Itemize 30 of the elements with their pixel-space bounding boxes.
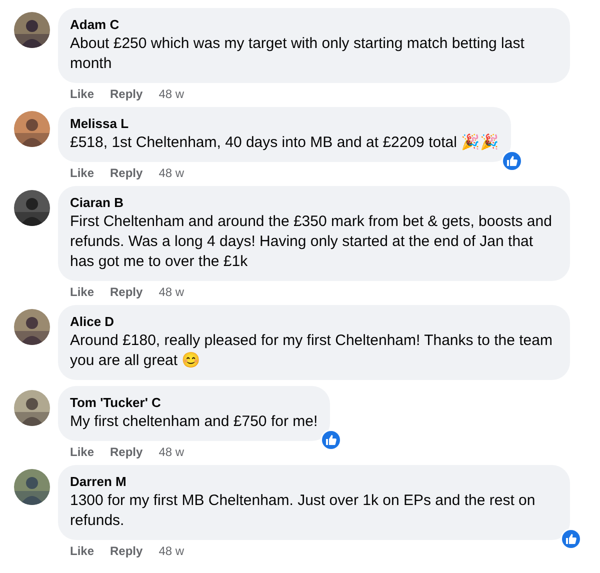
comment-text: About £250 which was my target with only starting match betting last month (70, 34, 526, 74)
like-reaction-icon[interactable] (501, 150, 524, 172)
timestamp[interactable]: 48 w (158, 445, 184, 459)
comment-text: 1300 for my first MB Cheltenham. Just over 1k on EPs and the rest on refunds. (70, 491, 536, 531)
comment-text: My first cheltenham and £750 for me! (70, 412, 318, 432)
action-link[interactable]: Reply (110, 87, 143, 101)
timestamp[interactable]: 48 w (158, 87, 184, 101)
action-link[interactable]: Reply (110, 544, 143, 558)
author-name[interactable]: Ciaran B (70, 195, 124, 210)
comment-text: Around £180, really pleased for my first Cheltenham! Thanks to the team you are all great 😊 (70, 331, 554, 371)
action-link[interactable]: Reply (110, 285, 143, 299)
author-name[interactable]: Melissa L (70, 116, 129, 131)
author-name[interactable]: Adam C (70, 17, 120, 32)
action-link[interactable]: Like (70, 285, 94, 299)
author-name[interactable]: Tom 'Tucker' C (70, 395, 161, 410)
author-name[interactable]: Darren M (70, 474, 126, 489)
action-link[interactable]: Reply (110, 445, 143, 459)
action-link[interactable]: Like (70, 445, 94, 459)
timestamp[interactable]: 48 w (158, 544, 184, 558)
like-reaction-icon[interactable] (320, 429, 342, 451)
like-reaction-icon[interactable] (560, 528, 582, 550)
comment-text: £518, 1st Cheltenham, 40 days into MB and at £2209 total 🎉🎉 (70, 133, 500, 153)
author-name[interactable]: Alice D (70, 314, 114, 329)
timestamp[interactable]: 48 w (158, 166, 184, 180)
action-link[interactable]: Like (70, 166, 94, 180)
action-link[interactable]: Like (70, 87, 94, 101)
action-link[interactable]: Reply (110, 166, 143, 180)
comment-text: First Cheltenham and around the £350 mark from bet & gets, boosts and refunds. Was a long 4 days! Having only started at the end of Jan that has got me to over the £1k (70, 212, 553, 272)
timestamp[interactable]: 48 w (158, 285, 184, 299)
action-link[interactable]: Like (70, 544, 94, 558)
